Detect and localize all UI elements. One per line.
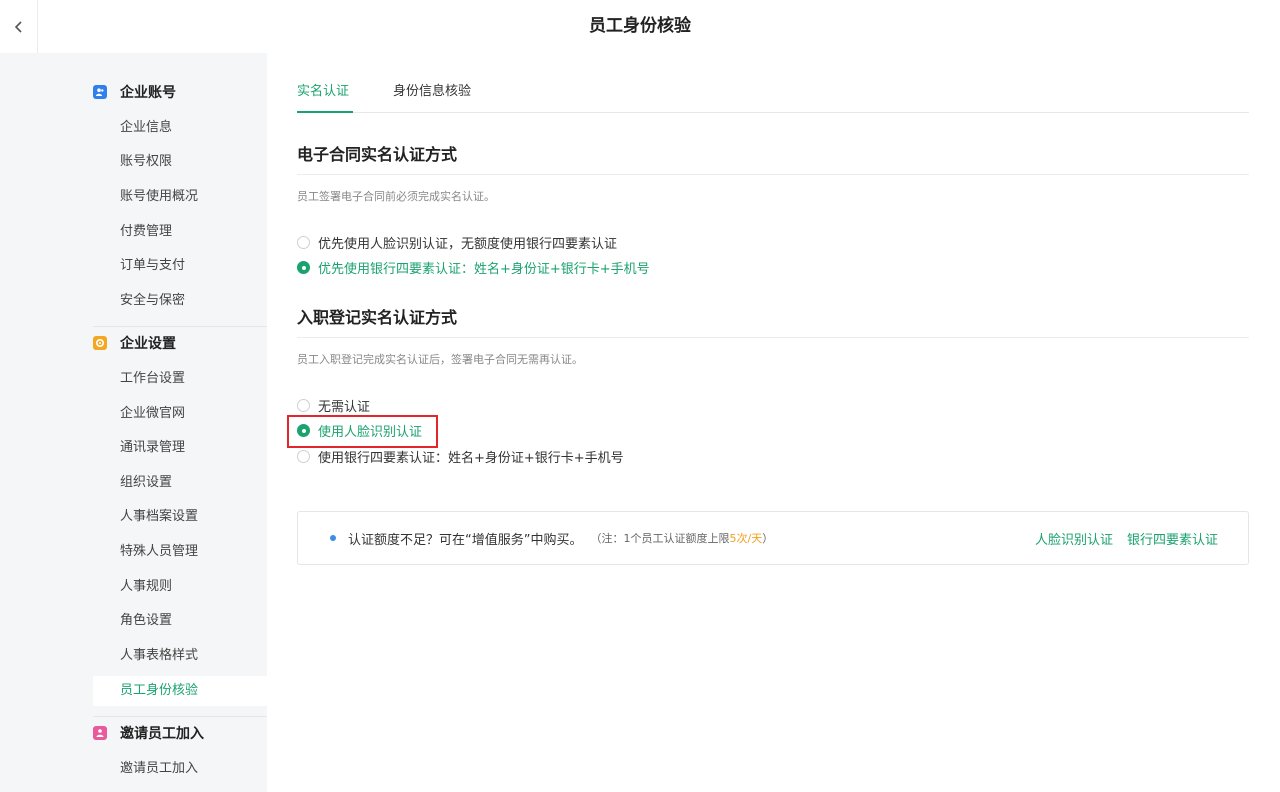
notice-text: 认证额度不足？可在“增值服务”中购买。 xyxy=(348,532,583,548)
sidebar-item-hr-rules[interactable]: 人事规则 xyxy=(93,572,267,602)
link-face-recognition[interactable]: 人脸识别认证 xyxy=(1035,529,1113,548)
radio-circle-checked[interactable] xyxy=(297,261,310,274)
sidebar-divider xyxy=(93,716,267,717)
sidebar-item-account-permissions[interactable]: 账号权限 xyxy=(93,147,267,177)
sidebar-group-enterprise-account: 企业账号 xyxy=(93,77,176,107)
section-divider xyxy=(297,174,1249,175)
radio-circle[interactable] xyxy=(297,399,310,412)
quota-notice: 认证额度不足？可在“增值服务”中购买。 （注：1个员工认证额度上限5次/天） 人… xyxy=(297,511,1249,565)
radio-bank-four-first[interactable]: 优先使用银行四要素认证：姓名+身份证+银行卡+手机号 xyxy=(297,258,650,277)
tab-real-name-auth[interactable]: 实名认证 xyxy=(297,80,349,99)
sidebar-item-orders-payment[interactable]: 订单与支付 xyxy=(93,251,267,281)
section-desc-contract-auth: 员工签署电子合同前必须完成实名认证。 xyxy=(297,190,495,203)
sidebar-item-role-settings[interactable]: 角色设置 xyxy=(93,606,267,636)
sidebar-divider xyxy=(93,326,267,327)
sidebar-group-label: 邀请员工加入 xyxy=(120,726,204,742)
sidebar-item-hr-archive-settings[interactable]: 人事档案设置 xyxy=(93,502,267,532)
sidebar-item-company-info[interactable]: 企业信息 xyxy=(93,113,267,143)
main-content: 实名认证 身份信息核验 电子合同实名认证方式 员工签署电子合同前必须完成实名认证… xyxy=(267,53,1280,792)
top-header: 员工身份核验 xyxy=(0,0,1280,53)
sidebar-group-enterprise-settings: 企业设置 xyxy=(93,328,176,358)
section-desc-onboarding-auth: 员工入职登记完成实名认证后，签署电子合同无需再认证。 xyxy=(297,353,583,366)
gear-icon xyxy=(93,336,107,350)
sidebar-item-invite-employees[interactable]: 邀请员工加入 xyxy=(93,754,267,784)
sidebar-item-organization-settings[interactable]: 组织设置 xyxy=(93,468,267,498)
radio-label: 优先使用人脸识别认证，无额度使用银行四要素认证 xyxy=(318,237,618,252)
radio-label: 使用银行四要素认证：姓名+身份证+银行卡+手机号 xyxy=(318,451,624,466)
active-tab-indicator xyxy=(297,111,353,113)
sidebar-group-label: 企业账号 xyxy=(120,85,176,101)
sidebar-item-special-personnel[interactable]: 特殊人员管理 xyxy=(93,537,267,567)
users-icon xyxy=(93,85,107,99)
radio-label: 优先使用银行四要素认证：姓名+身份证+银行卡+手机号 xyxy=(318,262,650,277)
sidebar-item-security[interactable]: 安全与保密 xyxy=(93,286,267,316)
section-title-contract-auth: 电子合同实名认证方式 xyxy=(297,145,458,164)
radio-circle[interactable] xyxy=(297,450,310,463)
section-title-onboarding-auth: 入职登记实名认证方式 xyxy=(297,308,458,327)
notice-note-limit: 5次/天 xyxy=(729,532,763,545)
page-title: 员工身份核验 xyxy=(589,16,691,36)
section-divider xyxy=(297,337,1249,338)
notice-note-prefix: （注：1个员工认证额度上限 xyxy=(590,532,730,545)
sidebar-item-account-usage[interactable]: 账号使用概况 xyxy=(93,182,267,212)
radio-label: 无需认证 xyxy=(318,400,371,415)
sidebar-item-workbench-settings[interactable]: 工作台设置 xyxy=(93,364,267,394)
sidebar-item-payment-management[interactable]: 付费管理 xyxy=(93,217,267,247)
notice-links: 人脸识别认证 银行四要素认证 xyxy=(1021,512,1218,564)
link-bank-four[interactable]: 银行四要素认证 xyxy=(1127,529,1218,548)
radio-face-first[interactable]: 优先使用人脸识别认证，无额度使用银行四要素认证 xyxy=(297,233,617,252)
radio-circle[interactable] xyxy=(297,236,310,249)
tab-bar: 实名认证 身份信息核验 xyxy=(297,53,1249,113)
radio-bank-four[interactable]: 使用银行四要素认证：姓名+身份证+银行卡+手机号 xyxy=(297,447,624,466)
sidebar-item-employee-verification[interactable]: 员工身份核验 xyxy=(93,676,267,706)
sidebar-item-hr-form-style[interactable]: 人事表格样式 xyxy=(93,641,267,671)
invite-user-icon xyxy=(93,726,107,740)
info-dot-icon xyxy=(330,535,336,541)
radio-no-auth[interactable]: 无需认证 xyxy=(297,396,370,415)
highlight-box xyxy=(287,415,438,448)
sidebar: 企业账号 企业信息 账号权限 账号使用概况 付费管理 订单与支付 安全与保密 企… xyxy=(0,53,267,792)
sidebar-item-contacts-management[interactable]: 通讯录管理 xyxy=(93,433,267,463)
sidebar-item-micro-website[interactable]: 企业微官网 xyxy=(93,399,267,429)
notice-note: （注：1个员工认证额度上限5次/天） xyxy=(590,530,773,546)
sidebar-group-label: 企业设置 xyxy=(120,336,176,352)
sidebar-group-invite-employees: 邀请员工加入 xyxy=(93,718,204,748)
notice-note-suffix: ） xyxy=(762,532,774,545)
tab-identity-verification[interactable]: 身份信息核验 xyxy=(393,80,471,99)
